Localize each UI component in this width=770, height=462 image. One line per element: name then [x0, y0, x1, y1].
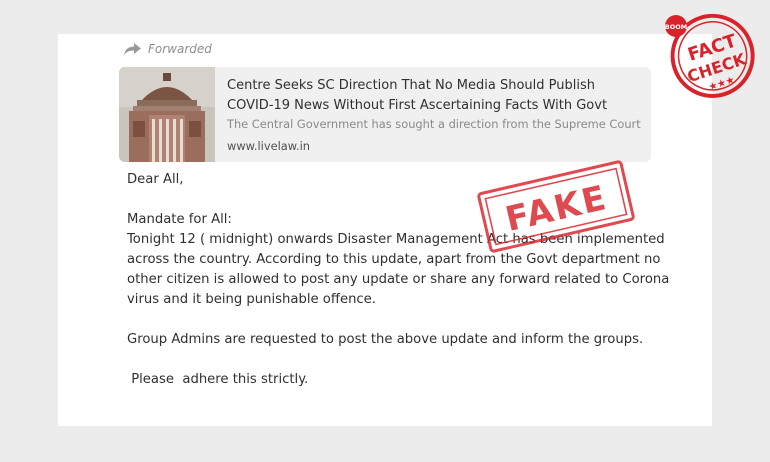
supreme-court-thumbnail — [119, 67, 215, 162]
link-preview[interactable]: Centre Seeks SC Direction That No Media … — [119, 67, 651, 162]
fact-check-badge: FACT CHECK ★★★ BOOM — [665, 13, 755, 98]
message-admins: Group Admins are requested to post the a… — [127, 332, 644, 347]
forwarded-indicator: Forwarded — [124, 40, 212, 58]
link-preview-title[interactable]: Centre Seeks SC Direction That No Media … — [227, 76, 645, 116]
badge-boom-text: BOOM — [665, 23, 687, 31]
message-closing: Please adhere this strictly. — [127, 372, 309, 387]
forward-arrow-icon — [124, 43, 141, 55]
link-preview-domain: www.livelaw.in — [227, 139, 311, 153]
forwarded-label: Forwarded — [148, 42, 212, 56]
link-preview-description: The Central Government has sought a dire… — [227, 117, 641, 131]
message-body: Tonight 12 ( midnight) onwards Disaster … — [127, 232, 670, 307]
